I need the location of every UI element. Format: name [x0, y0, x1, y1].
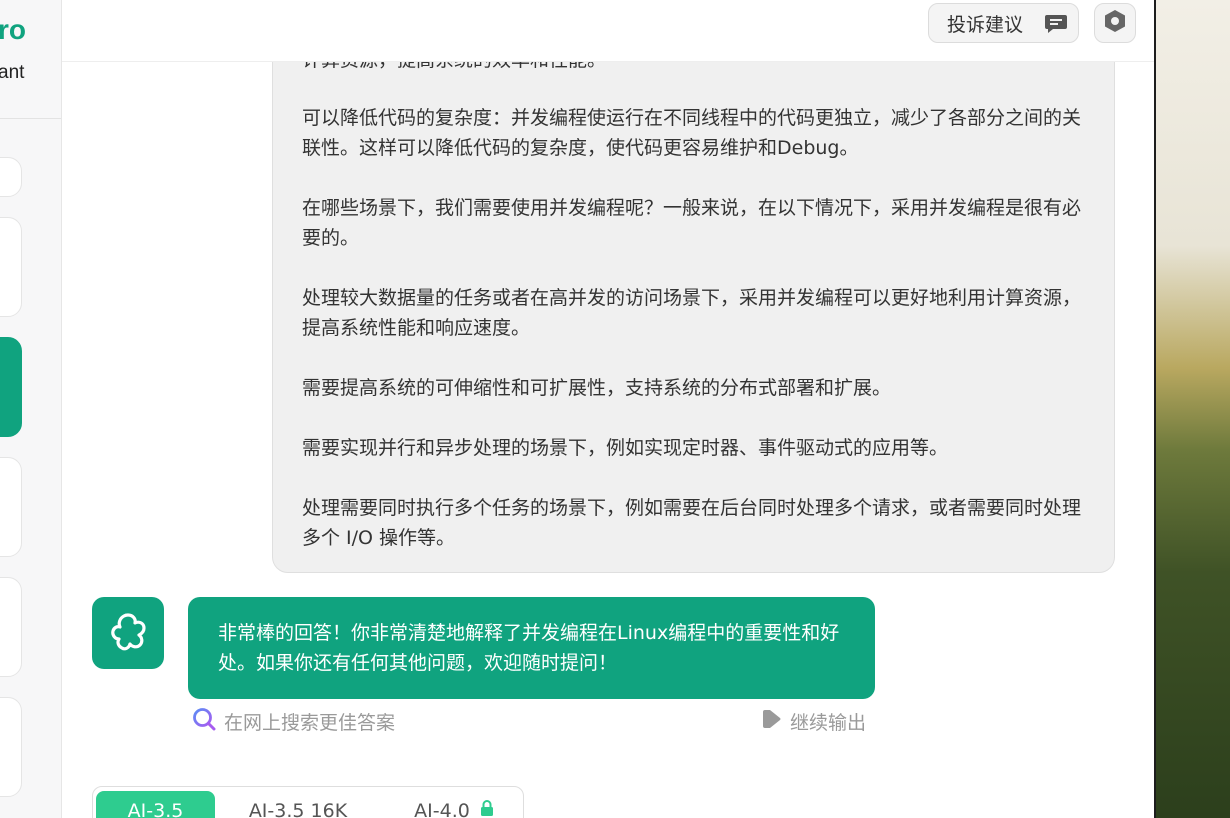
- model-tab-label: AI-3.5: [127, 800, 184, 818]
- message-paragraph: 处理较大数据量的任务或者在高并发的访问场景下，采用并发编程可以更好地利用计算资源…: [302, 287, 1082, 339]
- sidebar-conversation-item[interactable]: [0, 577, 22, 677]
- model-tab-ai-3-5-16k[interactable]: AI-3.5 16K: [233, 791, 363, 818]
- continue-output-label: 继续输出: [790, 711, 867, 734]
- search-icon: [192, 707, 216, 736]
- desktop-wallpaper: [1154, 0, 1230, 818]
- complaint-label: 投诉建议: [947, 13, 1024, 36]
- lock-icon: [480, 800, 494, 818]
- search-web-button[interactable]: 在网上搜索更佳答案: [192, 707, 395, 735]
- complaint-button[interactable]: 投诉建议: [928, 3, 1079, 43]
- message-paragraph: 在哪些场景下，我们需要使用并发编程呢？一般来说，在以下情况下，采用并发编程是很有…: [302, 197, 1082, 249]
- message-paragraph: 处理需要同时执行多个任务的场景下，例如需要在后台同时处理多个请求，或者需要同时处…: [302, 497, 1082, 549]
- sidebar: ro ant: [0, 0, 62, 818]
- hexagon-settings-icon: [1104, 9, 1126, 37]
- flower-logo-icon: [106, 609, 150, 657]
- model-tab-ai-3-5[interactable]: AI-3.5: [96, 791, 215, 818]
- model-tab-label: AI-3.5 16K: [248, 800, 348, 818]
- sidebar-conversation-item-active[interactable]: [0, 337, 22, 437]
- chat-bubble-icon: [1044, 13, 1068, 40]
- app-logo: ro: [0, 14, 26, 45]
- user-message-bubble: 计算资源，提高系统的效率和性能。 可以降低代码的复杂度：并发编程使运行在不同线程…: [272, 20, 1115, 573]
- sidebar-conversation-item[interactable]: [0, 457, 22, 557]
- search-web-label: 在网上搜索更佳答案: [224, 711, 396, 734]
- message-paragraph: 可以降低代码的复杂度：并发编程使运行在不同线程中的代码更独立，减少了各部分之间的…: [302, 107, 1082, 159]
- chat-main: 计算资源，提高系统的效率和性能。 可以降低代码的复杂度：并发编程使运行在不同线程…: [62, 0, 1154, 818]
- sidebar-divider: [0, 118, 61, 119]
- message-paragraph: 需要提高系统的可伸缩性和可扩展性，支持系统的分布式部署和扩展。: [302, 377, 892, 399]
- settings-button[interactable]: [1094, 3, 1136, 43]
- model-tab-ai-4-0[interactable]: AI-4.0: [399, 791, 509, 818]
- assistant-message-bubble: 非常棒的回答！你非常清楚地解释了并发编程在Linux编程中的重要性和好处。如果你…: [188, 597, 875, 699]
- model-selector: AI-3.5 AI-3.5 16K AI-4.0: [92, 786, 524, 818]
- play-icon: [762, 708, 782, 735]
- top-bar: 投诉建议: [62, 0, 1154, 62]
- assistant-avatar: [92, 597, 164, 669]
- model-tab-label: AI-4.0: [414, 800, 470, 818]
- app-logo-subtitle: ant: [0, 62, 25, 83]
- continue-output-button[interactable]: 继续输出: [762, 707, 866, 735]
- message-paragraph: 需要实现并行和异步处理的场景下，例如实现定时器、事件驱动式的应用等。: [302, 437, 949, 459]
- sidebar-search-box[interactable]: [0, 157, 22, 197]
- sidebar-conversation-item[interactable]: [0, 217, 22, 317]
- sidebar-conversation-item[interactable]: [0, 697, 22, 797]
